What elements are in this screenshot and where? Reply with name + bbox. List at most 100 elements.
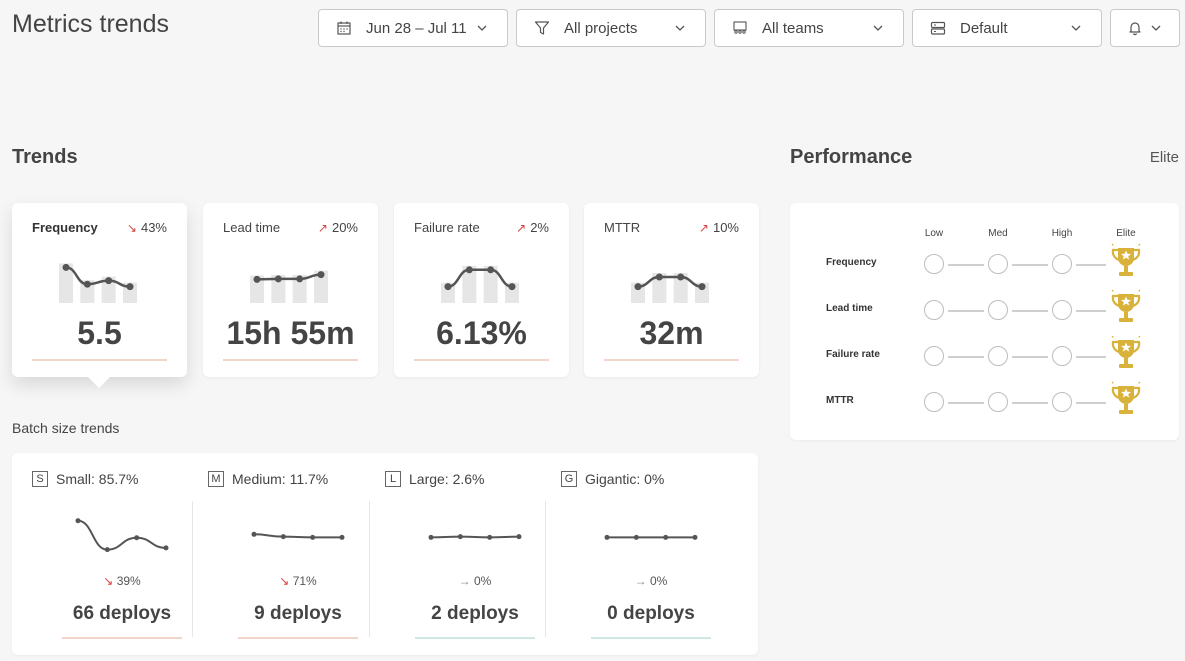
batch-delta-value: 39% (116, 574, 141, 588)
level-circle (988, 254, 1008, 274)
batch-underline (62, 637, 182, 639)
trend-delta-value: 2% (530, 220, 549, 235)
sparkline-point (444, 283, 452, 291)
batch-size-title: Batch size trends (12, 420, 120, 436)
trophy-icon (1108, 380, 1144, 420)
trend-card-value: 32m (639, 315, 704, 351)
sparkline-point (457, 534, 463, 540)
performance-row-label: Lead time (826, 303, 873, 314)
sparkline-point (62, 263, 70, 271)
batch-delta: → 0% (591, 574, 711, 588)
page-title: Metrics trends (12, 10, 169, 38)
trend-card-title: Frequency (32, 220, 98, 235)
trend-card-value: 5.5 (77, 315, 122, 351)
level-connector (948, 402, 984, 404)
chevron-down-icon (1149, 21, 1163, 35)
arrow-right-icon: → (458, 574, 471, 588)
sparkline-point (516, 534, 522, 540)
notifications-dropdown[interactable] (1110, 9, 1180, 47)
team-filter-label: All teams (762, 19, 824, 37)
size-badge: M (208, 471, 224, 487)
batch-column-l: L Large: 2.6% → 0% 2 deploys (369, 453, 555, 655)
level-circle (924, 346, 944, 366)
batch-delta: ↘ 71% (238, 574, 358, 588)
performance-row-label: Failure rate (826, 349, 880, 360)
trend-delta-value: 20% (331, 220, 358, 235)
size-badge: S (32, 471, 48, 487)
level-connector (1012, 310, 1048, 312)
sparkline-line (637, 275, 703, 288)
trophy-icon (1108, 242, 1144, 282)
trend-card-underline (604, 359, 739, 361)
batch-label: Gigantic: 0% (585, 471, 665, 487)
sparkline-point (105, 277, 113, 285)
column-divider (192, 501, 193, 637)
trend-card-mttr[interactable]: MTTR ↗ 10% 32m (584, 203, 759, 377)
batch-delta-value: 71% (292, 574, 317, 588)
size-badge: L (385, 471, 401, 487)
sparkline-point (655, 273, 663, 281)
batch-delta-value: 0% (474, 574, 492, 588)
trend-card-failure-rate[interactable]: Failure rate ↗ 2% 6.13% (394, 203, 569, 377)
sparkline-line (253, 533, 342, 539)
view-filter-label: Default (960, 19, 1008, 37)
batch-label: Large: 2.6% (409, 471, 485, 487)
sparkline-line (77, 519, 167, 551)
bell-icon (1127, 20, 1143, 36)
sparkline-point (83, 280, 91, 288)
batch-sparkline (75, 518, 169, 553)
chevron-down-icon (475, 21, 489, 35)
level-connector (948, 356, 984, 358)
team-filter[interactable]: All teams (714, 9, 904, 47)
sparkline-point (487, 534, 493, 540)
trend-card-lead-time[interactable]: Lead time ↗ 20% 15h 55m (203, 203, 378, 377)
project-filter-label: All projects (564, 19, 638, 37)
sparkline-point (163, 545, 169, 551)
level-connector (948, 264, 984, 266)
filter-icon (534, 20, 550, 36)
batch-label: Medium: 11.7% (232, 471, 329, 487)
trend-sparkline (59, 263, 137, 303)
chevron-down-icon (1069, 21, 1083, 35)
batch-column-m: M Medium: 11.7% ↘ 71% 9 deploys (192, 453, 378, 655)
performance-panel: Low Med High Elite Frequency Lead time Failure… (790, 203, 1179, 440)
trend-delta: ↗ 10% (699, 220, 739, 235)
sparkline-point (633, 534, 639, 540)
chevron-down-icon (871, 21, 885, 35)
server-icon (930, 20, 946, 36)
sparkline-point (251, 531, 257, 537)
level-connector (1076, 402, 1106, 404)
batch-size-panel: S Small: 85.7% ↘ 39% 66 deploys M Medium: 11.… (12, 453, 758, 655)
batch-deploys-value: 2 deploys (431, 603, 519, 624)
sparkline-point (280, 534, 286, 540)
sparkline-point (104, 547, 110, 553)
level-circle (1052, 300, 1072, 320)
size-badge: G (561, 471, 577, 487)
trend-delta-value: 43% (140, 220, 167, 235)
sparkline-point (253, 275, 261, 283)
sparkline-point (339, 534, 345, 540)
performance-level-label: Elite (1149, 149, 1179, 166)
level-circle (988, 346, 1008, 366)
performance-title: Performance (790, 146, 913, 168)
sparkline-line (430, 535, 520, 539)
arrow-down-right-icon: ↘ (126, 220, 137, 235)
sparkline-point (75, 518, 81, 524)
performance-column-elite: Elite (1116, 228, 1136, 239)
sparkline-point (487, 266, 495, 274)
batch-delta: → 0% (415, 574, 535, 588)
batch-sparkline (428, 534, 522, 540)
batch-deploys-value: 9 deploys (254, 603, 342, 624)
trend-card-frequency[interactable]: Frequency ↘ 43% 5.5 (12, 203, 187, 377)
view-filter[interactable]: Default (912, 9, 1102, 47)
trend-card-underline (32, 359, 167, 361)
performance-row-label: Frequency (826, 257, 877, 268)
trend-card-value: 15h 55m (226, 315, 355, 351)
date-range-filter[interactable]: Jun 28 – Jul 11 (318, 9, 508, 47)
sparkline-point (126, 283, 134, 291)
arrow-up-right-icon: ↗ (698, 220, 709, 235)
project-filter[interactable]: All projects (516, 9, 706, 47)
batch-header: M Medium: 11.7% (208, 471, 328, 487)
trend-delta: ↗ 20% (318, 220, 358, 235)
batch-column-s: S Small: 85.7% ↘ 39% 66 deploys (32, 453, 202, 655)
